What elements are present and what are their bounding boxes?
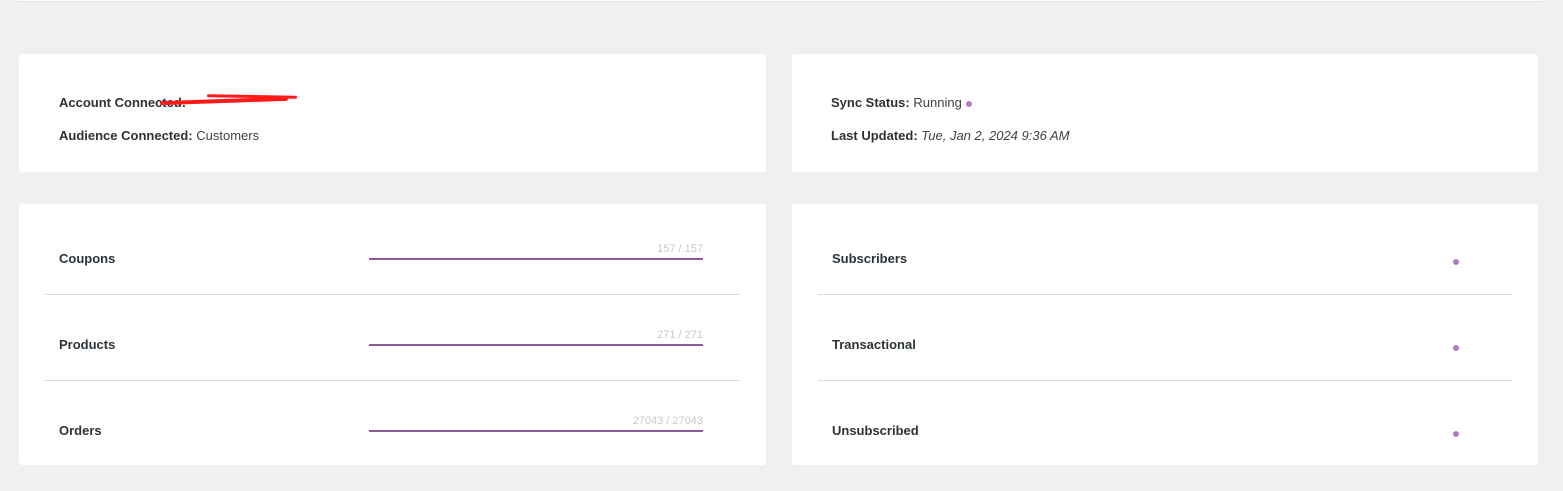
progress-row-label: Products	[59, 337, 116, 352]
top-panel-edge	[19, 0, 1540, 2]
progress-row-label: Coupons	[59, 251, 116, 266]
progress-bar: 271 / 271	[369, 329, 703, 346]
subscriber-row-label: Unsubscribed	[832, 423, 919, 438]
subscriber-row-unsubscribed: Unsubscribed	[818, 380, 1512, 466]
last-updated-label: Last Updated:	[831, 128, 918, 143]
progress-row-coupons: Coupons 157 / 157	[45, 208, 740, 295]
last-updated-value: Tue, Jan 2, 2024 9:36 AM	[921, 128, 1070, 143]
progress-row-products: Products 271 / 271	[45, 294, 740, 381]
audience-connected-value: Customers	[196, 128, 260, 143]
loading-dot-icon	[1453, 259, 1459, 265]
sync-status-dot-icon	[965, 100, 972, 107]
progress-count: 157 / 157	[657, 243, 703, 255]
progress-bar-fill	[369, 258, 703, 260]
progress-count: 271 / 271	[657, 329, 703, 341]
progress-row-label: Orders	[59, 423, 102, 438]
audience-connected-label: Audience Connected:	[59, 128, 193, 143]
last-updated-line: Last Updated: Tue, Jan 2, 2024 9:36 AM	[831, 128, 1069, 143]
sync-status-label: Sync Status:	[831, 95, 910, 110]
sync-status-value: Running	[913, 95, 962, 110]
sync-progress-card: Coupons 157 / 157 Products 271 / 271 Ord…	[19, 204, 766, 465]
sync-status-line: Sync Status: Running	[831, 95, 972, 110]
subscriber-row-label: Subscribers	[832, 251, 908, 266]
audience-connected-line: Audience Connected: Customers	[59, 128, 259, 143]
audience-stats-card: Subscribers Transactional Unsubscribed	[792, 204, 1538, 465]
loading-dot-icon	[1453, 345, 1459, 351]
progress-bar: 27043 / 27043	[369, 415, 703, 432]
progress-bar-fill	[369, 344, 703, 346]
subscriber-row-label: Transactional	[832, 337, 916, 352]
progress-count: 27043 / 27043	[632, 415, 703, 427]
account-card: Account Connected: Audience Connected: C…	[19, 54, 766, 172]
loading-dot-icon	[1453, 431, 1459, 437]
subscriber-row-subscribers: Subscribers	[818, 208, 1512, 295]
subscriber-row-transactional: Transactional	[818, 294, 1512, 381]
progress-row-orders: Orders 27043 / 27043	[45, 380, 740, 466]
progress-bar: 157 / 157	[369, 243, 703, 260]
progress-bar-fill	[369, 430, 703, 432]
sync-card: Sync Status: Running Last Updated: Tue, …	[792, 54, 1538, 172]
